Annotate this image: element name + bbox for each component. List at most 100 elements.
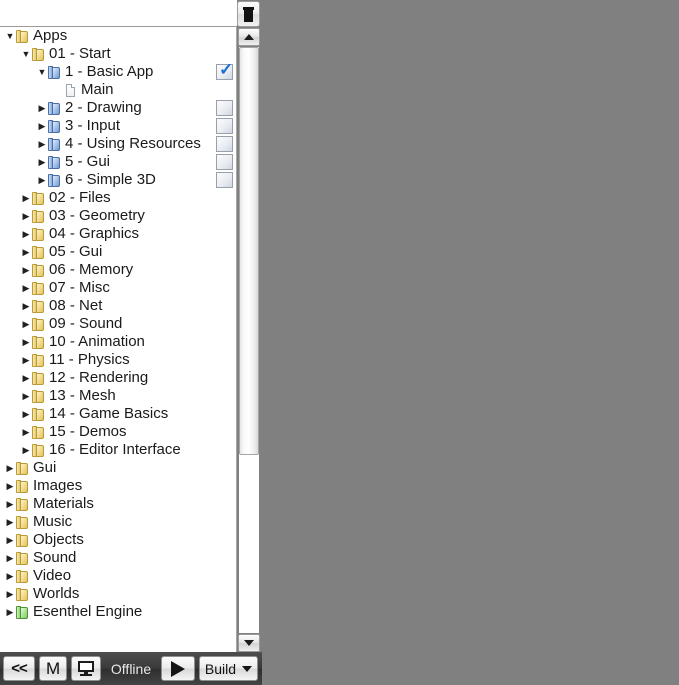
tree-expand-arrow-closed-icon[interactable]: ▶ [20,279,32,297]
tree-row[interactable]: ▶ Objects [0,531,236,549]
tree-expand-arrow-closed-icon[interactable]: ▶ [20,423,32,441]
tree-expand-arrow-closed-icon[interactable]: ▶ [4,531,16,549]
tree-row[interactable]: ▶ 10 - Animation [0,333,236,351]
monitor-button[interactable] [71,656,102,681]
folder-blue-icon [48,137,61,152]
project-tree[interactable]: ▼Apps▼01 - Start▼1 - Basic App✓▶Main▶2 -… [0,27,237,652]
tree-row-label: Video [33,567,72,584]
tree-expand-arrow-closed-icon[interactable]: ▶ [20,351,32,369]
folder-yellow-icon [32,389,45,404]
tree-row[interactable]: ▶ 14 - Game Basics [0,405,236,423]
tree-row[interactable]: ▶ Gui [0,459,236,477]
tree-row-label: Gui [33,459,57,476]
tree-row[interactable]: ▶ 6 - Simple 3D ✓ [0,171,236,189]
tree-expand-arrow-closed-icon[interactable]: ▶ [4,603,16,621]
tree-row[interactable]: ▼ Apps [0,27,236,45]
tree-row-label: Apps [33,27,68,44]
tree-row-checkbox[interactable]: ✓ [216,172,233,188]
tree-expand-arrow-closed-icon[interactable]: ▶ [36,135,48,153]
scroll-up-button[interactable] [238,28,260,46]
tree-expand-arrow-closed-icon[interactable]: ▶ [20,297,32,315]
build-dropdown[interactable]: Build [198,656,258,681]
tree-row[interactable]: ▼ 01 - Start [0,45,236,63]
tree-row[interactable]: ▶ 2 - Drawing ✓ [0,99,236,117]
tree-row-label: 06 - Memory [49,261,134,278]
tree-row-label: Images [33,477,83,494]
tree-vertical-scrollbar[interactable] [238,28,260,652]
tree-row[interactable]: ▶ 13 - Mesh [0,387,236,405]
tree-expand-arrow-closed-icon[interactable]: ▶ [4,477,16,495]
tree-row[interactable]: ▶ 02 - Files [0,189,236,207]
tree-row-checkbox[interactable]: ✓ [216,61,233,80]
tree-row-checkbox[interactable]: ✓ [216,118,233,134]
tree-row[interactable]: ▶ 06 - Memory [0,261,236,279]
folder-yellow-icon [32,353,45,368]
tree-expand-arrow-closed-icon[interactable]: ▶ [4,585,16,603]
folder-yellow-icon [32,317,45,332]
tree-expand-arrow-closed-icon[interactable]: ▶ [20,189,32,207]
back-button[interactable]: << [3,656,35,681]
tree-expand-arrow-closed-icon[interactable]: ▶ [20,207,32,225]
tree-expand-arrow-open-icon[interactable]: ▼ [4,27,16,45]
tree-row[interactable]: ▶ 3 - Input ✓ [0,117,236,135]
tree-row[interactable]: ▶ 03 - Geometry [0,207,236,225]
tree-expand-arrow-closed-icon[interactable]: ▶ [36,153,48,171]
tree-row[interactable]: ▶ 09 - Sound [0,315,236,333]
folder-yellow-icon [32,371,45,386]
tree-expand-arrow-closed-icon[interactable]: ▶ [4,459,16,477]
tree-row-label: 12 - Rendering [49,369,149,386]
scrollbar-thumb[interactable] [239,47,259,455]
tree-row[interactable]: ▶ Images [0,477,236,495]
tree-row[interactable]: ▶ 12 - Rendering [0,369,236,387]
tree-row-label: 4 - Using Resources [65,135,201,152]
tree-expand-arrow-closed-icon[interactable]: ▶ [36,171,48,189]
tree-expand-arrow-closed-icon[interactable]: ▶ [20,441,32,459]
tree-row[interactable]: ▶Main [0,81,236,99]
tree-expand-arrow-closed-icon[interactable]: ▶ [36,117,48,135]
tree-row[interactable]: ▶ 08 - Net [0,297,236,315]
tree-row[interactable]: ▶ 11 - Physics [0,351,236,369]
tree-row[interactable]: ▶ 15 - Demos [0,423,236,441]
tree-row[interactable]: ▶ 07 - Misc [0,279,236,297]
tree-expand-arrow-closed-icon[interactable]: ▶ [4,567,16,585]
tree-expand-arrow-closed-icon[interactable]: ▶ [20,225,32,243]
folder-yellow-icon [16,461,29,476]
tree-expand-arrow-closed-icon[interactable]: ▶ [4,513,16,531]
tree-row[interactable]: ▶ Materials [0,495,236,513]
tree-expand-arrow-closed-icon[interactable]: ▶ [20,333,32,351]
tree-expand-arrow-closed-icon[interactable]: ▶ [20,261,32,279]
delete-button[interactable] [237,1,260,27]
tree-row[interactable]: ▼ 1 - Basic App ✓ [0,61,236,81]
tree-expand-arrow-open-icon[interactable]: ▼ [36,63,48,81]
tree-expand-arrow-closed-icon[interactable]: ▶ [20,243,32,261]
tree-expand-arrow-closed-icon[interactable]: ▶ [4,495,16,513]
tree-expand-arrow-closed-icon[interactable]: ▶ [20,369,32,387]
tree-row[interactable]: ▶ Worlds [0,585,236,603]
scroll-down-button[interactable] [238,634,260,652]
tree-row[interactable]: ▶ 05 - Gui [0,243,236,261]
tree-row[interactable]: ▶ Music [0,513,236,531]
tree-row-checkbox[interactable]: ✓ [216,136,233,152]
tree-row[interactable]: ▶ Sound [0,549,236,567]
tree-row[interactable]: ▶ Esenthel Engine [0,603,236,621]
tree-expand-arrow-open-icon[interactable]: ▼ [20,45,32,63]
play-icon [170,660,185,677]
tree-row[interactable]: ▶ 16 - Editor Interface [0,441,236,459]
mode-button[interactable]: M [39,656,68,681]
tree-row-label: 3 - Input [65,117,121,134]
tree-expand-arrow-closed-icon[interactable]: ▶ [20,315,32,333]
tree-row-checkbox[interactable]: ✓ [216,100,233,116]
tree-expand-arrow-closed-icon[interactable]: ▶ [20,405,32,423]
tree-row-checkbox[interactable]: ✓ [216,154,233,170]
scrollbar-track[interactable] [239,47,259,633]
run-button[interactable] [160,656,195,681]
folder-blue-icon [48,173,61,188]
tree-row[interactable]: ▶ Video [0,567,236,585]
page-icon [64,83,77,98]
tree-expand-arrow-closed-icon[interactable]: ▶ [20,387,32,405]
tree-expand-arrow-closed-icon[interactable]: ▶ [4,549,16,567]
tree-row[interactable]: ▶ 5 - Gui ✓ [0,153,236,171]
tree-expand-arrow-closed-icon[interactable]: ▶ [36,99,48,117]
tree-row[interactable]: ▶ 04 - Graphics [0,225,236,243]
tree-row[interactable]: ▶ 4 - Using Resources ✓ [0,135,236,153]
